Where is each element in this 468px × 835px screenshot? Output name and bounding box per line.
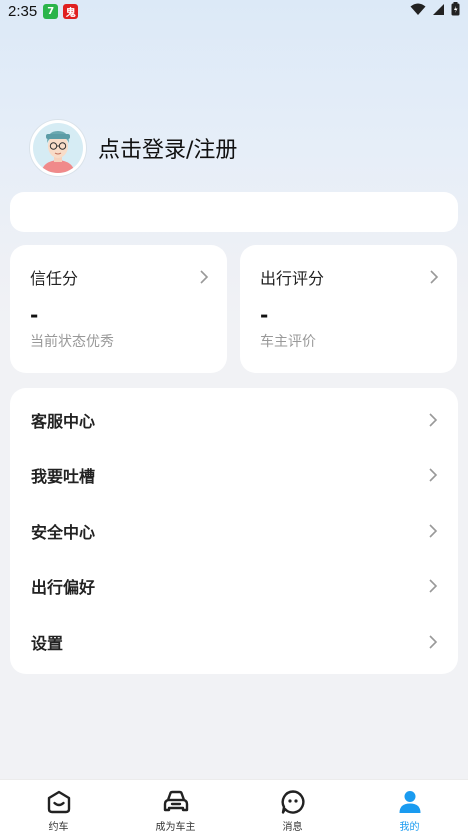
bottom-tab-bar: 约车 成为车主 消息 我的 — [0, 779, 468, 835]
status-bar: 2:35 7 鬼 — [0, 0, 468, 22]
tab-label: 我的 — [399, 822, 420, 833]
menu-item-customer-service[interactable]: 客服中心 — [10, 392, 458, 448]
menu-item-safety-center[interactable]: 安全中心 — [10, 503, 458, 559]
card-value: - — [30, 303, 39, 327]
avatar-illustration-icon — [33, 123, 83, 173]
wifi-icon — [410, 3, 426, 15]
chevron-right-icon — [430, 270, 439, 284]
chevron-right-icon — [429, 524, 438, 538]
trust-score-card[interactable]: 信任分 - 当前状态优秀 — [10, 245, 227, 373]
card-subtitle: 当前状态优秀 — [30, 334, 114, 350]
menu-item-travel-preferences[interactable]: 出行偏好 — [10, 559, 458, 615]
tab-mine[interactable]: 我的 — [351, 780, 468, 835]
menu-item-label: 客服中心 — [31, 411, 96, 431]
card-value: - — [260, 303, 269, 327]
tab-label: 约车 — [48, 822, 69, 833]
trip-rating-card[interactable]: 出行评分 - 车主评价 — [240, 245, 457, 373]
tab-become-driver[interactable]: 成为车主 — [117, 780, 234, 835]
menu-item-feedback[interactable]: 我要吐槽 — [10, 448, 458, 504]
chevron-right-icon — [429, 635, 438, 649]
battery-icon — [451, 2, 460, 16]
card-title: 信任分 — [30, 269, 79, 288]
menu-item-label: 设置 — [31, 633, 64, 653]
home-icon — [47, 790, 70, 814]
chevron-right-icon — [429, 579, 438, 593]
avatar[interactable] — [30, 120, 86, 176]
menu-item-label: 安全中心 — [31, 522, 96, 542]
menu-list: 客服中心 我要吐槽 安全中心 出行偏好 设置 — [10, 388, 458, 674]
menu-item-label: 我要吐槽 — [31, 467, 96, 487]
tab-label: 成为车主 — [155, 822, 196, 833]
signal-icon — [433, 3, 444, 15]
profile-header[interactable]: 点击登录/注册 — [30, 120, 237, 176]
blank-card — [10, 192, 458, 232]
tab-messages[interactable]: 消息 — [234, 780, 351, 835]
chevron-right-icon — [429, 413, 438, 427]
notification-app-icon: 鬼 — [63, 3, 79, 19]
message-icon — [281, 790, 304, 814]
status-time: 2:35 — [8, 2, 38, 20]
login-register-link[interactable]: 点击登录/注册 — [98, 132, 237, 164]
menu-item-settings[interactable]: 设置 — [10, 614, 458, 670]
card-subtitle: 车主评价 — [260, 334, 316, 350]
card-title: 出行评分 — [260, 269, 325, 288]
menu-item-label: 出行偏好 — [31, 578, 96, 598]
tab-label: 消息 — [282, 822, 303, 833]
notification-app-icon: 7 — [43, 3, 59, 19]
chevron-right-icon — [200, 270, 209, 284]
person-icon — [399, 791, 420, 813]
chevron-right-icon — [429, 468, 438, 482]
car-icon — [163, 790, 188, 812]
tab-book-ride[interactable]: 约车 — [0, 780, 117, 835]
